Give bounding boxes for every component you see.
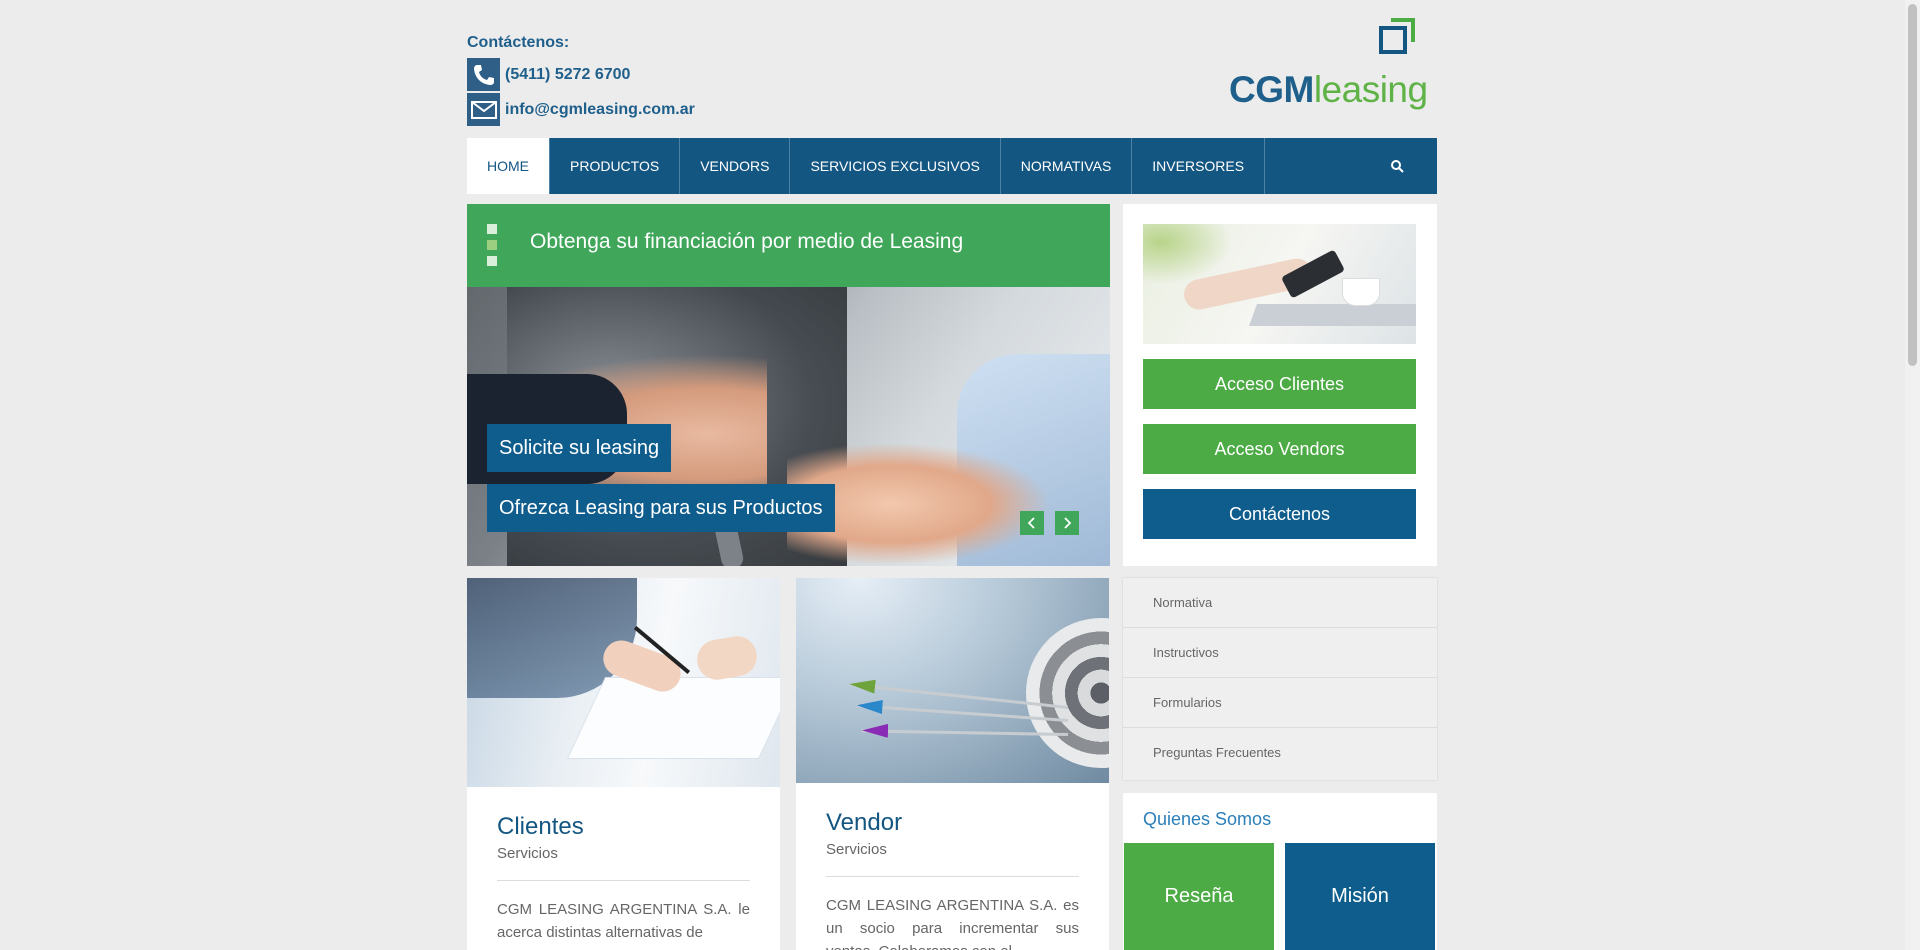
access-photo — [1143, 224, 1416, 344]
card-divider — [826, 876, 1079, 877]
phone-number[interactable]: (5411) 5272 6700 — [505, 66, 630, 84]
slider-dot-active[interactable] — [487, 240, 497, 250]
nav-search-button[interactable] — [1357, 138, 1437, 194]
contact-email-row[interactable]: info@cgmleasing.com.ar — [467, 93, 695, 126]
phone-icon — [467, 58, 500, 91]
slider-prev-button[interactable] — [1020, 511, 1044, 535]
ofrezca-leasing-button[interactable]: Ofrezca Leasing para sus Productos — [487, 484, 835, 532]
logo-text: CGMleasing — [1229, 69, 1428, 110]
solicite-leasing-button[interactable]: Solicite su leasing — [487, 424, 672, 472]
link-formularios[interactable]: Formularios — [1123, 678, 1437, 728]
card-text: CGM LEASING ARGENTINA S.A. es un socio p… — [826, 897, 1079, 950]
slider-banner-text: Obtenga su financiación por medio de Lea… — [530, 230, 964, 253]
acceso-clientes-button[interactable]: Acceso Clientes — [1143, 359, 1416, 409]
slider-next-button[interactable] — [1055, 511, 1079, 535]
contact-phone-row[interactable]: (5411) 5272 6700 — [467, 58, 630, 91]
contact-title: Contáctenos: — [467, 34, 570, 51]
nav-normativas[interactable]: NORMATIVAS — [1001, 138, 1133, 194]
chevron-left-icon — [1027, 517, 1035, 529]
link-normativa[interactable]: Normativa — [1123, 578, 1437, 628]
slider-banner: Obtenga su financiación por medio de Lea… — [467, 204, 1110, 287]
quienes-somos-heading: Quienes Somos — [1143, 809, 1272, 829]
card-divider — [497, 880, 750, 881]
nav-home[interactable]: HOME — [467, 138, 550, 194]
card-subtitle: Servicios — [826, 841, 887, 858]
slider-dots — [487, 224, 497, 272]
quienes-somos: Quienes Somos Reseña Misión — [1123, 793, 1437, 950]
search-icon — [1391, 160, 1404, 173]
chevron-right-icon — [1064, 517, 1072, 529]
nav-vendors[interactable]: VENDORS — [680, 138, 791, 194]
nav-inversores[interactable]: INVERSORES — [1132, 138, 1266, 194]
scrollbar-thumb[interactable] — [1908, 4, 1917, 366]
card-clientes-image[interactable] — [467, 578, 780, 787]
nav-servicios-exclusivos[interactable]: SERVICIOS EXCLUSIVOS — [790, 138, 1001, 194]
link-preguntas-frecuentes[interactable]: Preguntas Frecuentes — [1123, 728, 1437, 777]
slider-dot[interactable] — [487, 224, 497, 234]
acceso-vendors-button[interactable]: Acceso Vendors — [1143, 424, 1416, 474]
card-clientes: Clientes Servicios CGM LEASING ARGENTINA… — [467, 578, 780, 950]
mision-tile[interactable]: Misión — [1285, 843, 1435, 950]
access-panel: Acceso Clientes Acceso Vendors Contácten… — [1123, 204, 1437, 566]
card-title[interactable]: Clientes — [497, 813, 584, 841]
contactenos-button[interactable]: Contáctenos — [1143, 489, 1416, 539]
mail-icon — [467, 93, 500, 126]
card-subtitle: Servicios — [497, 845, 558, 862]
slider-dot[interactable] — [487, 256, 497, 266]
page-scrollbar[interactable] — [1905, 0, 1920, 950]
cgm-logo[interactable]: CGMleasing — [1229, 18, 1428, 110]
card-text: CGM LEASING ARGENTINA S.A. le acerca dis… — [497, 901, 750, 941]
nav-productos[interactable]: PRODUCTOS — [550, 138, 681, 194]
card-title[interactable]: Vendor — [826, 809, 902, 837]
link-instructivos[interactable]: Instructivos — [1123, 628, 1437, 678]
card-vendor: Vendor Servicios CGM LEASING ARGENTINA S… — [796, 578, 1109, 950]
email-address[interactable]: info@cgmleasing.com.ar — [505, 101, 695, 119]
quick-links: Normativa Instructivos Formularios Pregu… — [1123, 578, 1437, 780]
card-vendor-image[interactable] — [796, 578, 1109, 783]
main-nav: HOME PRODUCTOS VENDORS SERVICIOS EXCLUSI… — [467, 138, 1437, 194]
page-container: Contáctenos: (5411) 5272 6700 info@cgmle… — [467, 0, 1437, 950]
hero-slider: Obtenga su financiación por medio de Lea… — [467, 204, 1110, 566]
resena-tile[interactable]: Reseña — [1124, 843, 1274, 950]
logo-mark-icon — [1379, 18, 1415, 54]
